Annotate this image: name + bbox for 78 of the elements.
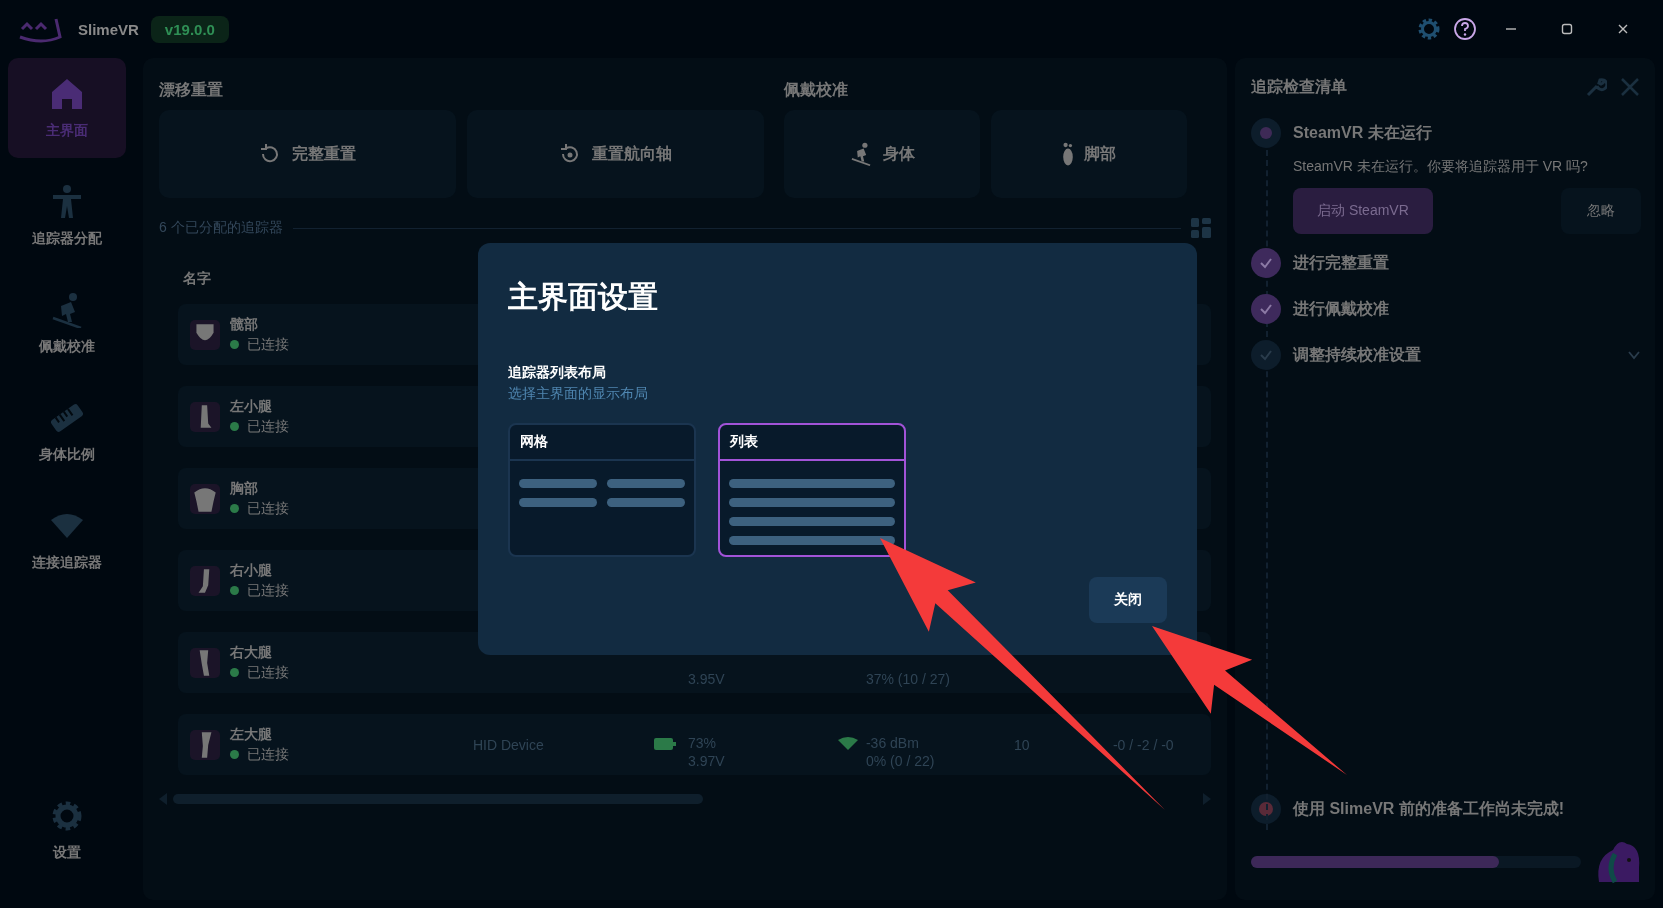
rotation-value: -0 / -2 / -0 — [1112, 736, 1174, 753]
step-status-icon — [1251, 248, 1281, 278]
checklist-title: 追踪检查清单 — [1251, 76, 1348, 97]
body-part-icon — [189, 565, 220, 596]
status-dot — [229, 504, 239, 513]
feet-reset-button[interactable]: 脚部 — [990, 110, 1187, 198]
tracker-status: 已连接 — [246, 581, 289, 600]
tracker-status: 已连接 — [246, 499, 289, 518]
body-part-icon — [189, 319, 220, 350]
wrench-icon[interactable] — [1585, 76, 1607, 98]
body-part-icon — [189, 483, 220, 514]
body-reset-button[interactable]: 身体 — [783, 110, 980, 198]
footprint-icon — [1061, 142, 1074, 166]
status-dot — [229, 586, 239, 595]
tracker-status: 已连接 — [246, 335, 289, 354]
ignore-button[interactable]: 忽略 — [1561, 188, 1641, 234]
body-part-icon — [189, 401, 220, 432]
sidebar-item[interactable]: 身体比例 — [8, 382, 127, 482]
tracker-name: 髋部 — [229, 315, 259, 334]
layout-option[interactable]: 列表 — [717, 423, 906, 557]
body-part-icon — [189, 729, 220, 760]
tracker-row[interactable]: 左大腿 已连接 HID Device 73% 3.97V -36 dBm 0% (0 / 22) 10 -0 / -2 / -0 — [177, 714, 1211, 775]
battery-voltage: 3.97V — [687, 753, 726, 769]
sidebar-item[interactable]: 佩戴校准 — [8, 274, 127, 374]
full-reset-button[interactable]: 完整重置 — [158, 110, 456, 198]
tracker-name: 左大腿 — [229, 725, 273, 744]
setup-warning: 使用 SlimeVR 前的准备工作尚未完成! — [1293, 798, 1565, 819]
tracker-name: 右大腿 — [229, 643, 273, 662]
help-icon[interactable] — [1453, 17, 1477, 41]
close-button[interactable]: 关闭 — [1088, 577, 1167, 623]
step-status-icon — [1251, 340, 1281, 370]
yaw-reset-button[interactable]: 重置航向轴 — [466, 110, 764, 198]
app-name: SlimeVR — [78, 20, 139, 38]
horizontal-scrollbar[interactable] — [172, 794, 703, 804]
layout-option[interactable]: 网格 — [507, 423, 696, 557]
launch-steamvr-button[interactable]: 启动 SteamVR — [1293, 188, 1433, 234]
dialog-title: 主界面设置 — [507, 279, 659, 315]
status-dot — [229, 668, 239, 677]
tracker-status: 已连接 — [246, 663, 289, 682]
signal-icon — [837, 736, 858, 750]
settings-icon[interactable] — [1417, 17, 1441, 41]
step-status-icon — [1251, 294, 1281, 324]
battery-percent: 73% — [687, 735, 717, 751]
tracker-name: 右小腿 — [229, 561, 273, 580]
packet-loss: 37% (10 / 27) — [865, 671, 951, 687]
setting-description: 选择主界面的显示布局 — [507, 385, 649, 403]
warning-dot — [1259, 802, 1273, 816]
tracker-count: 6 个已分配的追踪器 — [158, 219, 283, 237]
step-title: SteamVR 未在运行 — [1293, 122, 1433, 143]
column-header: 名字 — [182, 270, 211, 286]
version-badge: v19.0.0 — [150, 15, 229, 43]
packet-loss: 0% (0 / 22) — [865, 753, 936, 769]
status-dot — [229, 340, 239, 349]
status-dot — [229, 750, 239, 759]
step-title: 调整持续校准设置 — [1293, 344, 1422, 365]
tps-value: 10 — [1013, 736, 1030, 753]
battery-icon — [653, 737, 676, 750]
battery-voltage: 3.95V — [687, 671, 726, 687]
step-title: 进行完整重置 — [1293, 252, 1390, 273]
step-title: 进行佩戴校准 — [1293, 298, 1390, 319]
tracker-name: 胸部 — [229, 479, 259, 498]
section-title: 漂移重置 — [158, 80, 224, 100]
body-part-icon — [189, 647, 220, 678]
step-description: SteamVR 未在运行。你要将追踪器用于 VR 吗? — [1293, 158, 1589, 176]
section-title: 佩戴校准 — [783, 80, 849, 100]
settings-nav-item[interactable]: 设置 — [8, 780, 127, 880]
sidebar-item[interactable]: 连接追踪器 — [8, 490, 127, 590]
status-dot — [229, 422, 239, 431]
tracker-status: 已连接 — [246, 417, 289, 436]
tracker-status: 已连接 — [246, 745, 289, 764]
signal-strength: -36 dBm — [865, 735, 920, 751]
tracker-name: 左小腿 — [229, 397, 273, 416]
grid-view-icon[interactable] — [1191, 218, 1211, 238]
setting-title: 追踪器列表布局 — [507, 364, 607, 382]
sidebar-item[interactable]: 追踪器分配 — [8, 166, 127, 266]
step-status-icon — [1251, 118, 1281, 148]
close-icon[interactable] — [1619, 76, 1641, 98]
device-name: HID Device — [472, 736, 544, 753]
